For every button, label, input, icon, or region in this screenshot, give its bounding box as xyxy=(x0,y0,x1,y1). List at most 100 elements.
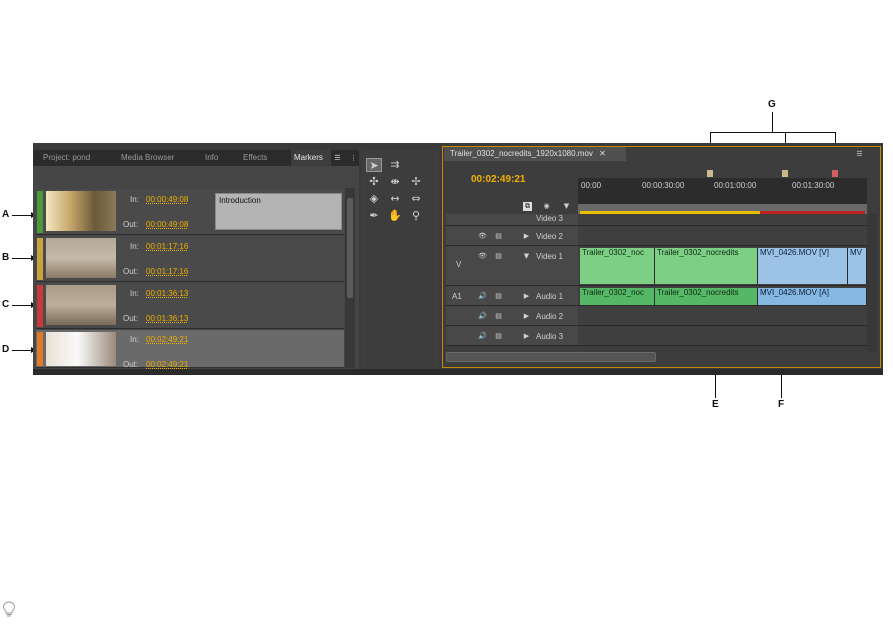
marker-row-1[interactable]: In: 00:00:49:08 Out: 00:00:49:08 Introdu… xyxy=(36,189,344,235)
timeline-menu-icon[interactable]: ☰ xyxy=(855,150,864,159)
expand-track-icon[interactable]: ▶ xyxy=(522,232,531,241)
track-lane-video1[interactable]: Trailer_0302_noc Trailer_0302_nocredits … xyxy=(578,246,867,286)
track-header-audio3[interactable]: 🔊 ▤ ▶ Audio 3 xyxy=(446,326,578,346)
eye-icon[interactable]: 👁 xyxy=(478,252,487,261)
track-header-audio1[interactable]: A1 🔊 ▤ ▶ Audio 1 xyxy=(446,286,578,306)
callout-b-line xyxy=(12,258,32,259)
marker-row-4[interactable]: In: 00:02:49:21 Out: 00:02:49:21 xyxy=(36,330,344,369)
timeline-sequence-tab[interactable]: Trailer_0302_nocredits_1920x1080.mov ✕ xyxy=(444,147,626,161)
timeline-zoom-scrollbar[interactable] xyxy=(446,352,656,362)
callout-d: D xyxy=(2,344,10,355)
tab-info[interactable]: Info xyxy=(205,150,229,166)
lock-track-icon[interactable]: ▤ xyxy=(494,332,503,341)
marker-out-timecode[interactable]: 00:00:49:08 xyxy=(146,220,188,229)
callout-b: B xyxy=(2,252,10,263)
track-select-tool-icon[interactable]: ⇉ xyxy=(387,158,403,172)
track-lane-video2[interactable] xyxy=(578,226,867,246)
hand-tool-icon[interactable]: ✋ xyxy=(387,209,403,223)
lock-track-icon[interactable]: ▤ xyxy=(494,252,503,261)
video-tracks-scrollbar[interactable] xyxy=(867,214,877,286)
time-ruler[interactable]: 00:00 00:00:30:00 00:01:00:00 00:01:30:0… xyxy=(578,170,867,204)
audio-clip[interactable]: Trailer_0302_nocredits xyxy=(655,288,758,305)
marker-in-timecode[interactable]: 00:02:49:21 xyxy=(146,335,188,344)
ripple-edit-tool-icon[interactable]: ✣ xyxy=(366,175,382,189)
eye-icon[interactable]: 👁 xyxy=(478,232,487,241)
marker-comment-field[interactable]: Introduction xyxy=(215,193,342,230)
tab-media-browser[interactable]: Media Browser xyxy=(121,150,193,166)
source-patch-video[interactable]: V xyxy=(456,260,461,269)
lock-track-icon[interactable]: ▤ xyxy=(494,232,503,241)
callout-e: E xyxy=(712,399,719,410)
rate-stretch-tool-icon[interactable]: ✢ xyxy=(408,175,424,189)
marker-out-timecode[interactable]: 00:01:36:13 xyxy=(146,314,188,323)
video-clip[interactable]: MV xyxy=(848,248,867,284)
lock-track-icon[interactable]: ▤ xyxy=(494,292,503,301)
sequence-marker-1[interactable] xyxy=(707,170,713,177)
slide-tool-icon[interactable]: ⇔ xyxy=(408,192,424,206)
audio-clip-linked[interactable]: MVI_0426.MOV [A] xyxy=(758,288,867,305)
track-header-audio2[interactable]: 🔊 ▤ ▶ Audio 2 xyxy=(446,306,578,326)
marker-row-3[interactable]: In: 00:01:36:13 Out: 00:01:36:13 xyxy=(36,283,344,329)
video-clip[interactable]: Trailer_0302_nocredits xyxy=(655,248,758,284)
source-patch-audio[interactable]: A1 xyxy=(452,292,462,301)
track-lane-audio1[interactable]: Trailer_0302_noc Trailer_0302_nocredits … xyxy=(578,286,867,306)
track-header-video2[interactable]: 👁 ▤ ▶ Video 2 xyxy=(446,226,578,246)
track-header-video3[interactable]: Video 3 xyxy=(446,214,578,226)
audio-tracks-scrollbar[interactable] xyxy=(867,286,877,352)
markers-scrollbar[interactable] xyxy=(345,188,355,368)
panel-menu-icon[interactable]: ☰ xyxy=(333,154,342,163)
track-lane-audio3[interactable] xyxy=(578,326,867,346)
out-label: Out: xyxy=(123,267,139,276)
track-lane-video3[interactable] xyxy=(578,214,867,226)
add-marker-icon[interactable]: ▼ xyxy=(562,202,571,211)
sequence-marker-3[interactable] xyxy=(832,170,838,177)
speaker-icon[interactable]: 🔊 xyxy=(478,332,487,341)
marker-in-timecode[interactable]: 00:01:17:16 xyxy=(146,242,188,251)
track-header-video1[interactable]: V 👁 ▤ ▼ Video 1 xyxy=(446,246,578,286)
current-timecode[interactable]: 00:02:49:21 xyxy=(471,174,525,185)
slip-tool-icon[interactable]: ↔ xyxy=(387,192,403,206)
marker-out-timecode[interactable]: 00:02:49:21 xyxy=(146,360,188,369)
pen-tool-icon[interactable]: ✒ xyxy=(366,209,382,223)
audio-clip[interactable]: Trailer_0302_noc xyxy=(580,288,655,305)
snap-icon[interactable]: ⧉ xyxy=(523,202,532,211)
video-clip-linked[interactable]: MVI_0426.MOV [V] xyxy=(758,248,848,284)
marker-color-swatch xyxy=(37,238,43,280)
zoom-tool-icon[interactable]: ⚲ xyxy=(408,209,424,223)
marker-thumbnail xyxy=(46,191,116,231)
marker-in-timecode[interactable]: 00:00:49:08 xyxy=(146,195,188,204)
marker-in-timecode[interactable]: 00:01:36:13 xyxy=(146,289,188,298)
tab-project[interactable]: Project: pond xyxy=(43,150,113,166)
in-label: In: xyxy=(130,195,139,204)
rolling-edit-tool-icon[interactable]: ⇼ xyxy=(387,175,403,189)
callout-d-line xyxy=(12,350,32,351)
marker-out-timecode[interactable]: 00:01:17:16 xyxy=(146,267,188,276)
track-lane-audio2[interactable] xyxy=(578,306,867,326)
callout-a: A xyxy=(2,209,10,220)
marker-row-2[interactable]: In: 00:01:17:16 Out: 00:01:17:16 xyxy=(36,236,344,282)
out-label: Out: xyxy=(123,360,139,369)
selection-tool-icon[interactable]: ➤ xyxy=(366,158,382,172)
expand-track-icon[interactable]: ▶ xyxy=(522,312,531,321)
razor-tool-icon[interactable]: ◈ xyxy=(366,192,382,206)
set-marker-icon[interactable]: ◉ xyxy=(542,202,551,211)
marker-color-swatch xyxy=(37,285,43,327)
sequence-marker-2[interactable] xyxy=(782,170,788,177)
speaker-icon[interactable]: 🔊 xyxy=(478,292,487,301)
speaker-icon[interactable]: 🔊 xyxy=(478,312,487,321)
collapse-track-icon[interactable]: ▼ xyxy=(522,252,531,261)
expand-track-icon[interactable]: ▶ xyxy=(522,332,531,341)
work-area-bar[interactable] xyxy=(578,204,867,214)
close-tab-icon[interactable]: ✕ xyxy=(599,149,606,158)
ruler-label: 00:00:30:00 xyxy=(642,181,685,190)
tab-effects[interactable]: Effects xyxy=(243,150,277,166)
track-name: Video 1 xyxy=(536,252,563,261)
track-name: Audio 3 xyxy=(536,332,564,341)
video-clip[interactable]: Trailer_0302_noc xyxy=(580,248,655,284)
markers-scroll-thumb[interactable] xyxy=(347,198,353,298)
expand-track-icon[interactable]: ▶ xyxy=(522,292,531,301)
tab-markers[interactable]: Markers xyxy=(291,150,331,166)
panel-grip-icon[interactable]: ⋮ xyxy=(349,154,358,163)
lock-track-icon[interactable]: ▤ xyxy=(494,312,503,321)
ruler-label: 00:01:30:00 xyxy=(792,181,835,190)
